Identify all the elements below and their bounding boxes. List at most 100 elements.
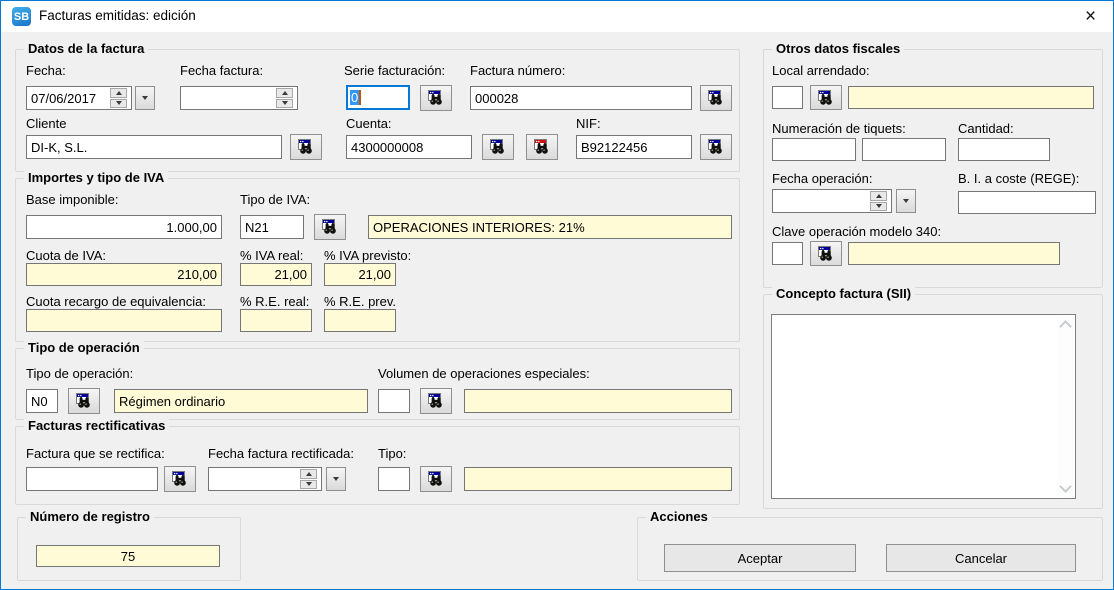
- fecha-factura-label: Fecha factura:: [180, 63, 263, 78]
- spinner-up-icon[interactable]: [870, 191, 887, 201]
- tipo-rectificativa-label: Tipo:: [378, 446, 406, 461]
- tipo-operacion-lookup-button[interactable]: [68, 388, 100, 414]
- cliente-field[interactable]: DI-K, S.L.: [26, 135, 282, 159]
- tiquets-field-1[interactable]: [772, 138, 856, 161]
- fecha-rectificada-spinner[interactable]: [300, 469, 317, 489]
- cuota-iva-field: 210,00: [26, 263, 222, 286]
- group-otros-title: Otros datos fiscales: [772, 41, 904, 56]
- scroll-up-icon[interactable]: [1059, 320, 1072, 333]
- factura-numero-lookup-button[interactable]: [700, 85, 732, 111]
- serie-facturacion-label: Serie facturación:: [344, 63, 445, 78]
- group-importes-iva: Importes y tipo de IVA Base imponible: 1…: [15, 178, 740, 342]
- spinner-up-icon[interactable]: [110, 88, 127, 98]
- binoculars-icon: [428, 393, 444, 409]
- chevron-down-icon: [333, 477, 339, 481]
- aceptar-button[interactable]: Aceptar: [664, 544, 856, 572]
- factura-numero-field[interactable]: 000028: [470, 86, 692, 110]
- spinner-up-icon[interactable]: [276, 88, 293, 98]
- binoculars-icon: [708, 139, 724, 155]
- volumen-lookup-button[interactable]: [420, 388, 452, 414]
- tipo-operacion-desc-field: Régimen ordinario: [114, 389, 368, 413]
- fecha-rectificada-calendar-dropdown[interactable]: [326, 467, 346, 491]
- cuenta-label: Cuenta:: [346, 116, 392, 131]
- binoculars-icon: [298, 139, 314, 155]
- cantidad-field[interactable]: [958, 138, 1050, 161]
- base-imponible-field[interactable]: 1.000,00: [26, 215, 222, 239]
- fecha-operacion-calendar-dropdown[interactable]: [896, 189, 916, 213]
- tipo-iva-code-field[interactable]: N21: [240, 215, 304, 239]
- vertical-scrollbar[interactable]: [1057, 316, 1074, 497]
- scroll-down-icon[interactable]: [1059, 480, 1072, 493]
- clave-340-desc-field: [848, 242, 1060, 265]
- clave-340-lookup-button[interactable]: [810, 241, 842, 266]
- volumen-code-field[interactable]: [378, 389, 410, 413]
- binoculars-icon: [818, 90, 834, 106]
- cuenta-lookup-button[interactable]: [482, 134, 514, 160]
- tipo-iva-label: Tipo de IVA:: [240, 192, 310, 207]
- serie-lookup-button[interactable]: [420, 85, 452, 111]
- tipo-iva-desc-field: OPERACIONES INTERIORES: 21%: [368, 215, 732, 239]
- numero-registro-field: 75: [36, 545, 220, 567]
- group-acciones-title: Acciones: [646, 509, 712, 524]
- re-prev-label: % R.E. prev.: [324, 294, 396, 309]
- binoculars-red-icon: [534, 139, 550, 155]
- serie-facturacion-field[interactable]: 0: [346, 85, 410, 110]
- cuenta-field[interactable]: 4300000008: [346, 135, 472, 159]
- bi-coste-label: B. I. a coste (REGE):: [958, 171, 1079, 186]
- factura-rectifica-label: Factura que se rectifica:: [26, 446, 165, 461]
- nif-lookup-button[interactable]: [700, 134, 732, 160]
- tipo-operacion-label: Tipo de operación:: [26, 366, 133, 381]
- tipo-rectificativa-lookup-button[interactable]: [420, 466, 452, 492]
- binoculars-icon: [490, 139, 506, 155]
- factura-numero-label: Factura número:: [470, 63, 565, 78]
- cliente-label: Cliente: [26, 116, 66, 131]
- fecha-calendar-dropdown[interactable]: [135, 86, 155, 110]
- spinner-down-icon[interactable]: [110, 99, 127, 109]
- group-rectificativas-title: Facturas rectificativas: [24, 418, 169, 433]
- fecha-field[interactable]: 07/06/2017: [26, 86, 132, 110]
- factura-rectifica-field[interactable]: [26, 467, 158, 491]
- bi-coste-field[interactable]: [958, 191, 1096, 214]
- chevron-down-icon: [903, 199, 909, 203]
- local-arrendado-desc-field: [848, 86, 1094, 109]
- cantidad-label: Cantidad:: [958, 121, 1014, 136]
- factura-rectifica-lookup-button[interactable]: [164, 466, 196, 492]
- concepto-textarea[interactable]: [771, 314, 1076, 499]
- tipo-rectificativa-code-field[interactable]: [378, 467, 410, 491]
- tiquets-field-2[interactable]: [862, 138, 946, 161]
- fecha-spinner[interactable]: [110, 88, 127, 108]
- cuota-iva-label: Cuota de IVA:: [26, 248, 106, 263]
- volumen-operaciones-label: Volumen de operaciones especiales:: [378, 366, 590, 381]
- group-numero-registro: Número de registro 75: [17, 517, 241, 581]
- cuenta-lookup-alt-button[interactable]: [526, 134, 558, 160]
- numeracion-tiquets-label: Numeración de tiquets:: [772, 121, 906, 136]
- fecha-operacion-label: Fecha operación:: [772, 171, 872, 186]
- tipo-operacion-code-field[interactable]: N0: [26, 389, 58, 413]
- fecha-rectificada-field[interactable]: [208, 467, 322, 491]
- nif-field[interactable]: B92122456: [576, 135, 692, 159]
- close-button[interactable]: ×: [1068, 1, 1113, 32]
- spinner-up-icon[interactable]: [300, 469, 317, 479]
- nif-label: NIF:: [576, 116, 601, 131]
- spinner-down-icon[interactable]: [276, 99, 293, 109]
- tipo-iva-lookup-button[interactable]: [314, 214, 346, 240]
- close-icon: ×: [1085, 6, 1096, 28]
- re-real-label: % R.E. real:: [240, 294, 309, 309]
- cuota-recargo-field: [26, 309, 222, 332]
- dialog-window: SB Facturas emitidas: edición × Datos de…: [0, 0, 1114, 590]
- base-imponible-label: Base imponible:: [26, 192, 119, 207]
- cancelar-button[interactable]: Cancelar: [886, 544, 1076, 572]
- cliente-lookup-button[interactable]: [290, 134, 322, 160]
- local-arrendado-lookup-button[interactable]: [810, 85, 842, 110]
- cuota-recargo-label: Cuota recargo de equivalencia:: [26, 294, 206, 309]
- fecha-operacion-spinner[interactable]: [870, 191, 887, 211]
- iva-previsto-field: 21,00: [324, 263, 396, 286]
- clave-340-code-field[interactable]: [772, 242, 803, 265]
- fecha-operacion-field[interactable]: [772, 189, 892, 213]
- group-importes-title: Importes y tipo de IVA: [24, 170, 168, 185]
- spinner-down-icon[interactable]: [870, 202, 887, 212]
- local-arrendado-code-field[interactable]: [772, 86, 803, 109]
- fecha-factura-spinner[interactable]: [276, 88, 293, 108]
- spinner-down-icon[interactable]: [300, 480, 317, 490]
- fecha-factura-field[interactable]: [180, 86, 298, 110]
